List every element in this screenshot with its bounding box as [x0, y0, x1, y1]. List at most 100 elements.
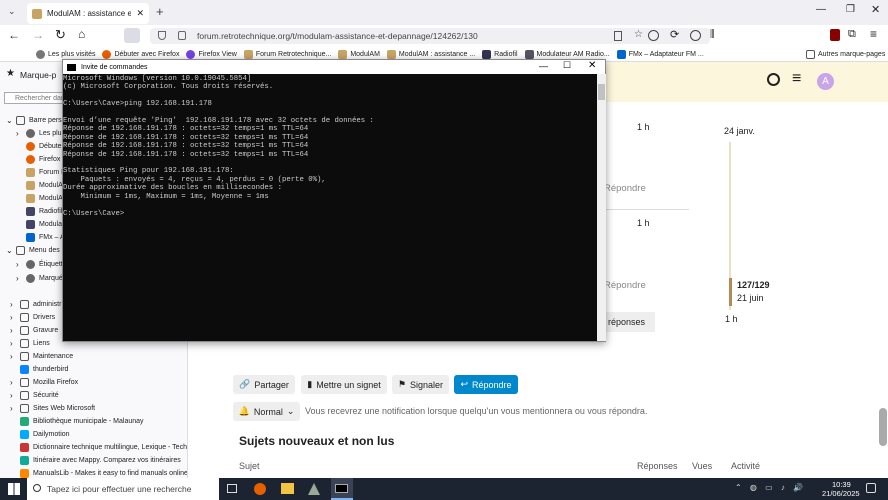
library-icon[interactable]: ⫼	[710, 29, 715, 40]
terminal-scroll-thumb[interactable]	[598, 84, 605, 100]
chevron-right-icon[interactable]: ›	[10, 391, 16, 400]
clock-date[interactable]: 21/06/2025	[822, 489, 860, 498]
timeline-progress[interactable]	[729, 278, 732, 306]
home-button[interactable]: ⌂	[78, 27, 85, 41]
sidebar-bookmark-item[interactable]: › Gravure	[10, 324, 58, 337]
close-tab-icon[interactable]: ✕	[136, 8, 144, 19]
sidebar-bookmark-item[interactable]: ⌄ Menu des m	[6, 244, 68, 257]
other-bookmarks[interactable]: Autres marque-pages	[806, 50, 885, 59]
sidebar-bookmark-item[interactable]: Dictionnaire technique multilingue, Lexi…	[10, 441, 187, 454]
sync-icon[interactable]: ⟳	[670, 28, 679, 41]
reply-link[interactable]: Répondre	[604, 183, 646, 194]
menu-icon[interactable]: ≡	[870, 27, 877, 41]
sidebar-bookmark-item[interactable]: › Drivers	[10, 311, 55, 324]
back-button[interactable]: ←	[8, 28, 20, 42]
sidebar-bookmark-item[interactable]: Radiofil	[16, 205, 62, 218]
sidebar-bookmark-item[interactable]: Itinéraire avec Mappy. Comparez vos itin…	[10, 454, 181, 467]
sidebar-bookmark-item[interactable]: ⌄ Barre perso	[6, 114, 66, 127]
close-window-button[interactable]: ✕	[871, 3, 880, 16]
sidebar-bookmark-item[interactable]: › Sites Web Microsoft	[10, 402, 95, 415]
chevron-right-icon[interactable]: ›	[10, 404, 16, 413]
chevron-down-icon[interactable]: ⌄	[6, 116, 13, 125]
chevron-right-icon[interactable]: ›	[10, 339, 16, 348]
chevron-right-icon[interactable]: ›	[10, 326, 16, 335]
search-icon[interactable]	[767, 73, 780, 86]
bookmark-item[interactable]: Radiofil	[482, 49, 518, 59]
terminal-titlebar[interactable]: Invite de commandes — ☐ ✕	[63, 60, 605, 74]
notification-dropdown[interactable]: 🔔 Normal ⌄	[233, 402, 300, 421]
sidebar-bookmark-item[interactable]: Firefox V	[16, 153, 67, 166]
minimize-button[interactable]: —	[816, 4, 826, 15]
chevron-right-icon[interactable]: ›	[10, 313, 16, 322]
bookmark-item[interactable]: Débuter avec Firefox	[102, 49, 179, 59]
terminal-close-button[interactable]: ✕	[588, 60, 596, 71]
sidebar-bookmark-item[interactable]: Bibliothèque municipale - Malaunay	[10, 415, 144, 428]
chevron-right-icon[interactable]: ›	[10, 300, 16, 309]
sidebar-bookmark-item[interactable]: Modulato	[16, 218, 68, 231]
reader-view-icon[interactable]	[614, 31, 622, 41]
reply-link[interactable]: Répondre	[604, 280, 646, 291]
notifications-icon[interactable]	[866, 483, 876, 493]
reload-button[interactable]: ↻	[55, 27, 66, 43]
chevron-right-icon[interactable]: ›	[16, 260, 22, 269]
sidebar-bookmark-item[interactable]: › Mozilla Firefox	[10, 376, 78, 389]
sidebar-bookmark-item[interactable]: › Liens	[10, 337, 50, 350]
sidebar-bookmark-item[interactable]: › Marqués	[16, 272, 66, 285]
sidebar-bookmark-item[interactable]: ManualsLib - Makes it easy to find manua…	[10, 467, 187, 478]
sidebar-bookmark-item[interactable]: › Sécurité	[10, 389, 59, 402]
sidebar-search-input[interactable]	[4, 92, 64, 104]
bookmark-item[interactable]: ModulAM : assistance ...	[386, 49, 475, 59]
taskbar-search[interactable]: Tapez ici pour effectuer une recherche	[27, 478, 219, 500]
tray-icons[interactable]: ⌃ ◍ ▭ ♪ 🔊	[735, 483, 806, 492]
bookmark-item[interactable]: Modulateur AM Radio...	[524, 49, 610, 59]
extension-ublock-icon[interactable]	[830, 29, 840, 41]
chevron-right-icon[interactable]: ›	[16, 274, 22, 283]
chevron-right-icon[interactable]: ›	[10, 378, 16, 387]
maximize-button[interactable]: ❐	[846, 4, 855, 15]
bookmark-button[interactable]: ▮ Mettre un signet	[301, 375, 387, 394]
history-icon[interactable]	[648, 30, 659, 41]
bookmark-item[interactable]: ModulAM	[338, 49, 380, 59]
account-icon[interactable]	[690, 30, 701, 41]
url-bar[interactable]: forum.retrotechnique.org/t/modulam-assis…	[150, 28, 710, 44]
chevron-right-icon[interactable]: ›	[16, 129, 22, 138]
sidebar-bookmark-item[interactable]: › administr	[10, 298, 61, 311]
terminal-output[interactable]: Microsoft Windows [version 10.0.19045.58…	[63, 74, 605, 218]
hamburger-icon[interactable]: ≡	[792, 70, 801, 88]
clock-time[interactable]: 10:39	[832, 480, 851, 489]
list-tabs-icon[interactable]: ⌄	[8, 6, 18, 16]
bookmark-star-icon[interactable]: ☆	[634, 29, 643, 40]
windows-start-icon[interactable]	[8, 483, 20, 495]
sidebar-bookmark-item[interactable]: thunderbird	[10, 363, 68, 376]
sidebar-bookmark-item[interactable]: ModulAM	[16, 179, 69, 192]
sidebar-bookmark-item[interactable]: › Les plus	[16, 127, 65, 140]
share-button[interactable]: 🔗 Partager	[233, 375, 295, 394]
replies-button[interactable]: s réponses	[601, 312, 655, 332]
sidebar-bookmark-item[interactable]: ModulAM	[16, 192, 69, 205]
sidebar-toggle-button[interactable]	[124, 28, 140, 43]
bookmark-item[interactable]: Firefox View	[186, 49, 237, 59]
bookmark-item[interactable]: Les plus visités	[36, 49, 95, 59]
bookmark-item[interactable]: FMx – Adaptateur FM ...	[616, 49, 704, 59]
file-explorer-icon[interactable]	[281, 483, 294, 494]
page-scrollbar[interactable]	[879, 408, 887, 446]
terminal-maximize-button[interactable]: ☐	[563, 60, 571, 71]
sidebar-bookmark-item[interactable]: FMx – Ad	[16, 231, 69, 244]
tab-active[interactable]: ModulAM : assistance et dépan ✕	[27, 3, 149, 24]
command-prompt-window[interactable]: Invite de commandes — ☐ ✕ Microsoft Wind…	[62, 59, 606, 342]
avatar[interactable]: A	[817, 73, 834, 90]
task-view-icon[interactable]	[227, 484, 237, 493]
sidebar-bookmark-item[interactable]: Débuter	[16, 140, 64, 153]
chevron-down-icon[interactable]: ⌄	[6, 246, 13, 255]
forward-button[interactable]: →	[32, 28, 44, 42]
terminal-minimize-button[interactable]: —	[539, 61, 548, 71]
bookmark-item[interactable]: Forum Retrotechnique...	[243, 49, 331, 59]
sidebar-bookmark-item[interactable]: Dailymotion	[10, 428, 70, 441]
new-tab-button[interactable]: +	[156, 4, 164, 19]
terminal-scrollbar[interactable]	[597, 74, 606, 341]
cmd-taskbar-icon[interactable]	[331, 478, 353, 500]
app-taskbar-icon[interactable]	[308, 483, 320, 495]
extension-icon[interactable]: ⧉	[848, 28, 856, 41]
reply-button[interactable]: ↩ Répondre	[454, 375, 518, 394]
sidebar-bookmark-item[interactable]: › Maintenance	[10, 350, 73, 363]
